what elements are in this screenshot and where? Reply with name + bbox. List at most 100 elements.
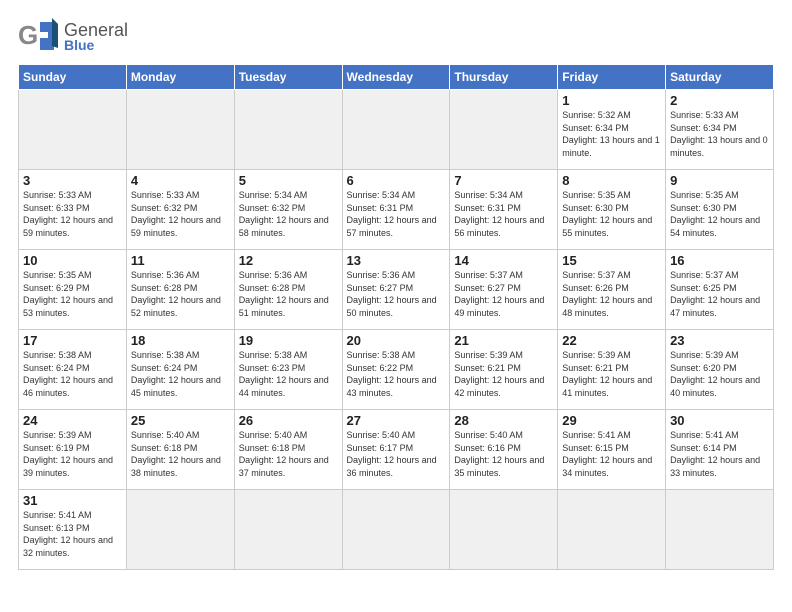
day-number: 19 xyxy=(239,333,338,348)
day-info: Sunrise: 5:35 AM Sunset: 6:30 PM Dayligh… xyxy=(562,189,661,239)
calendar-cell: 17Sunrise: 5:38 AM Sunset: 6:24 PM Dayli… xyxy=(19,330,127,410)
day-number: 14 xyxy=(454,253,553,268)
calendar-cell: 12Sunrise: 5:36 AM Sunset: 6:28 PM Dayli… xyxy=(234,250,342,330)
calendar-cell: 20Sunrise: 5:38 AM Sunset: 6:22 PM Dayli… xyxy=(342,330,450,410)
day-number: 3 xyxy=(23,173,122,188)
day-info: Sunrise: 5:35 AM Sunset: 6:30 PM Dayligh… xyxy=(670,189,769,239)
calendar-cell: 30Sunrise: 5:41 AM Sunset: 6:14 PM Dayli… xyxy=(666,410,774,490)
day-info: Sunrise: 5:36 AM Sunset: 6:27 PM Dayligh… xyxy=(347,269,446,319)
svg-text:G: G xyxy=(18,20,38,50)
day-info: Sunrise: 5:37 AM Sunset: 6:27 PM Dayligh… xyxy=(454,269,553,319)
day-info: Sunrise: 5:41 AM Sunset: 6:13 PM Dayligh… xyxy=(23,509,122,559)
day-number: 16 xyxy=(670,253,769,268)
calendar-cell xyxy=(126,490,234,570)
calendar-cell: 24Sunrise: 5:39 AM Sunset: 6:19 PM Dayli… xyxy=(19,410,127,490)
day-number: 6 xyxy=(347,173,446,188)
calendar-cell: 29Sunrise: 5:41 AM Sunset: 6:15 PM Dayli… xyxy=(558,410,666,490)
day-info: Sunrise: 5:40 AM Sunset: 6:18 PM Dayligh… xyxy=(131,429,230,479)
day-info: Sunrise: 5:38 AM Sunset: 6:23 PM Dayligh… xyxy=(239,349,338,399)
day-info: Sunrise: 5:39 AM Sunset: 6:20 PM Dayligh… xyxy=(670,349,769,399)
day-info: Sunrise: 5:40 AM Sunset: 6:18 PM Dayligh… xyxy=(239,429,338,479)
day-info: Sunrise: 5:34 AM Sunset: 6:31 PM Dayligh… xyxy=(454,189,553,239)
day-info: Sunrise: 5:34 AM Sunset: 6:32 PM Dayligh… xyxy=(239,189,338,239)
day-number: 15 xyxy=(562,253,661,268)
day-number: 8 xyxy=(562,173,661,188)
day-number: 26 xyxy=(239,413,338,428)
calendar-cell: 7Sunrise: 5:34 AM Sunset: 6:31 PM Daylig… xyxy=(450,170,558,250)
day-number: 23 xyxy=(670,333,769,348)
col-header-friday: Friday xyxy=(558,65,666,90)
calendar-cell xyxy=(558,490,666,570)
day-number: 2 xyxy=(670,93,769,108)
day-info: Sunrise: 5:37 AM Sunset: 6:26 PM Dayligh… xyxy=(562,269,661,319)
calendar-cell: 27Sunrise: 5:40 AM Sunset: 6:17 PM Dayli… xyxy=(342,410,450,490)
col-header-wednesday: Wednesday xyxy=(342,65,450,90)
calendar-cell: 1Sunrise: 5:32 AM Sunset: 6:34 PM Daylig… xyxy=(558,90,666,170)
calendar-cell: 25Sunrise: 5:40 AM Sunset: 6:18 PM Dayli… xyxy=(126,410,234,490)
calendar-header-row: SundayMondayTuesdayWednesdayThursdayFrid… xyxy=(19,65,774,90)
day-info: Sunrise: 5:33 AM Sunset: 6:34 PM Dayligh… xyxy=(670,109,769,159)
day-info: Sunrise: 5:37 AM Sunset: 6:25 PM Dayligh… xyxy=(670,269,769,319)
calendar-cell xyxy=(19,90,127,170)
week-row-2: 10Sunrise: 5:35 AM Sunset: 6:29 PM Dayli… xyxy=(19,250,774,330)
day-number: 7 xyxy=(454,173,553,188)
day-number: 13 xyxy=(347,253,446,268)
logo-wrapper: G General Blue xyxy=(18,18,128,54)
calendar-cell: 28Sunrise: 5:40 AM Sunset: 6:16 PM Dayli… xyxy=(450,410,558,490)
calendar-cell xyxy=(126,90,234,170)
day-number: 5 xyxy=(239,173,338,188)
day-number: 9 xyxy=(670,173,769,188)
calendar-cell: 22Sunrise: 5:39 AM Sunset: 6:21 PM Dayli… xyxy=(558,330,666,410)
day-info: Sunrise: 5:40 AM Sunset: 6:16 PM Dayligh… xyxy=(454,429,553,479)
day-info: Sunrise: 5:38 AM Sunset: 6:22 PM Dayligh… xyxy=(347,349,446,399)
header: G General Blue xyxy=(18,18,774,54)
day-info: Sunrise: 5:33 AM Sunset: 6:33 PM Dayligh… xyxy=(23,189,122,239)
calendar-cell: 9Sunrise: 5:35 AM Sunset: 6:30 PM Daylig… xyxy=(666,170,774,250)
calendar-cell: 15Sunrise: 5:37 AM Sunset: 6:26 PM Dayli… xyxy=(558,250,666,330)
day-number: 31 xyxy=(23,493,122,508)
day-number: 4 xyxy=(131,173,230,188)
calendar-cell: 8Sunrise: 5:35 AM Sunset: 6:30 PM Daylig… xyxy=(558,170,666,250)
week-row-0: 1Sunrise: 5:32 AM Sunset: 6:34 PM Daylig… xyxy=(19,90,774,170)
day-info: Sunrise: 5:41 AM Sunset: 6:14 PM Dayligh… xyxy=(670,429,769,479)
calendar-cell: 2Sunrise: 5:33 AM Sunset: 6:34 PM Daylig… xyxy=(666,90,774,170)
calendar-cell xyxy=(450,490,558,570)
calendar-cell xyxy=(342,90,450,170)
day-info: Sunrise: 5:36 AM Sunset: 6:28 PM Dayligh… xyxy=(131,269,230,319)
col-header-sunday: Sunday xyxy=(19,65,127,90)
day-info: Sunrise: 5:40 AM Sunset: 6:17 PM Dayligh… xyxy=(347,429,446,479)
calendar-cell: 26Sunrise: 5:40 AM Sunset: 6:18 PM Dayli… xyxy=(234,410,342,490)
week-row-4: 24Sunrise: 5:39 AM Sunset: 6:19 PM Dayli… xyxy=(19,410,774,490)
day-info: Sunrise: 5:32 AM Sunset: 6:34 PM Dayligh… xyxy=(562,109,661,159)
calendar-cell xyxy=(234,490,342,570)
logo-svg: G xyxy=(18,18,58,54)
calendar-cell: 13Sunrise: 5:36 AM Sunset: 6:27 PM Dayli… xyxy=(342,250,450,330)
day-number: 28 xyxy=(454,413,553,428)
calendar-cell xyxy=(234,90,342,170)
day-number: 25 xyxy=(131,413,230,428)
calendar-cell: 3Sunrise: 5:33 AM Sunset: 6:33 PM Daylig… xyxy=(19,170,127,250)
day-number: 12 xyxy=(239,253,338,268)
day-info: Sunrise: 5:39 AM Sunset: 6:19 PM Dayligh… xyxy=(23,429,122,479)
calendar-cell xyxy=(666,490,774,570)
day-info: Sunrise: 5:41 AM Sunset: 6:15 PM Dayligh… xyxy=(562,429,661,479)
logo: G General Blue xyxy=(18,18,128,54)
calendar-cell: 19Sunrise: 5:38 AM Sunset: 6:23 PM Dayli… xyxy=(234,330,342,410)
col-header-saturday: Saturday xyxy=(666,65,774,90)
day-number: 21 xyxy=(454,333,553,348)
day-info: Sunrise: 5:34 AM Sunset: 6:31 PM Dayligh… xyxy=(347,189,446,239)
calendar-cell: 18Sunrise: 5:38 AM Sunset: 6:24 PM Dayli… xyxy=(126,330,234,410)
logo-name: General Blue xyxy=(64,20,128,53)
week-row-1: 3Sunrise: 5:33 AM Sunset: 6:33 PM Daylig… xyxy=(19,170,774,250)
day-info: Sunrise: 5:38 AM Sunset: 6:24 PM Dayligh… xyxy=(23,349,122,399)
day-number: 20 xyxy=(347,333,446,348)
day-number: 22 xyxy=(562,333,661,348)
calendar-cell xyxy=(342,490,450,570)
day-info: Sunrise: 5:35 AM Sunset: 6:29 PM Dayligh… xyxy=(23,269,122,319)
day-number: 24 xyxy=(23,413,122,428)
logo-blue: Blue xyxy=(64,37,128,53)
calendar-cell: 4Sunrise: 5:33 AM Sunset: 6:32 PM Daylig… xyxy=(126,170,234,250)
day-number: 29 xyxy=(562,413,661,428)
col-header-monday: Monday xyxy=(126,65,234,90)
week-row-5: 31Sunrise: 5:41 AM Sunset: 6:13 PM Dayli… xyxy=(19,490,774,570)
